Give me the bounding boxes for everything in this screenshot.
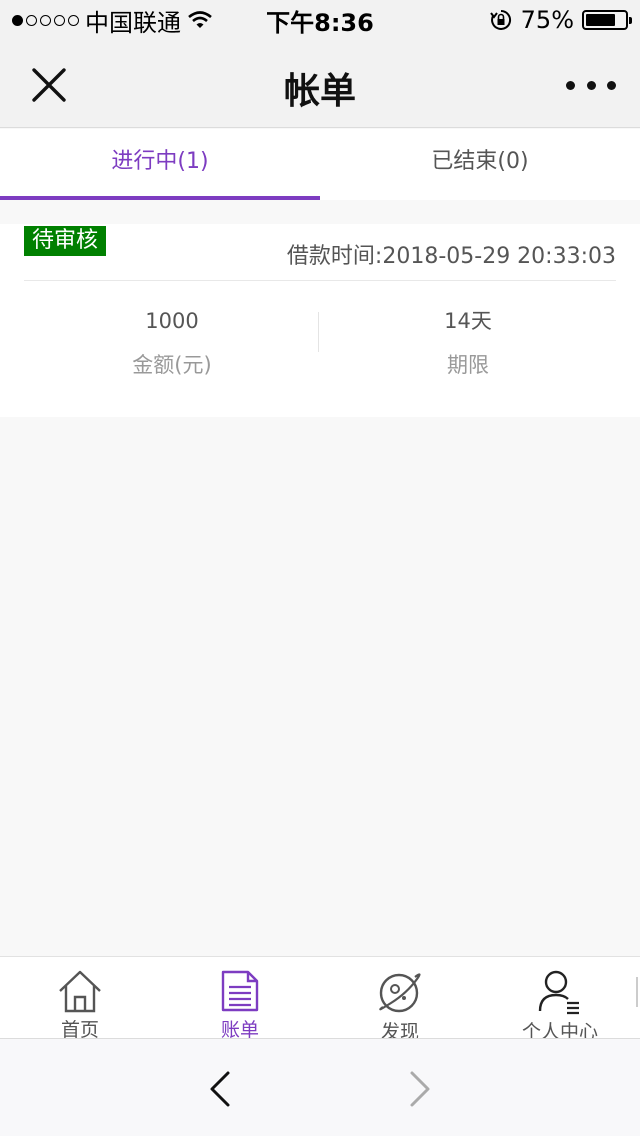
bill-icon [221,970,259,1012]
term-stat: 14天 期限 [320,306,616,380]
amount-label: 金额(元) [132,353,212,377]
back-button[interactable] [196,1065,244,1113]
browser-bar [0,1038,640,1136]
page-title: 帐单 [283,71,356,112]
more-icon [566,80,575,90]
chevron-right-icon [410,1071,430,1107]
tab-in-progress[interactable]: 进行中(1) [0,129,320,200]
status-bar: 中国联通 下午8:36 75% [0,0,640,40]
bill-card[interactable]: 待审核 借款时间:2018-05-29 20:33:03 1000 金额(元) … [0,224,640,417]
bill-tabs: 进行中(1) 已结束(0) [0,129,640,200]
tab-finished[interactable]: 已结束(0) [320,129,640,200]
title-bar: 帐单 [0,40,640,128]
card-divider [24,280,616,281]
more-button[interactable] [566,70,616,100]
forward-button [396,1065,444,1113]
nav-home-label: 首页 [60,1019,99,1038]
nav-bill[interactable]: 账单 [180,969,300,1038]
battery-percent: 75% [520,6,574,34]
bottom-tab-bar: 首页 账单 发现 个人中心 [0,956,640,1038]
planet-icon [379,973,421,1013]
term-label: 期限 [447,353,489,377]
stat-divider [318,312,319,352]
tab-bar-edge [636,977,638,1007]
nav-discover[interactable]: 发现 [340,969,460,1038]
home-icon [59,970,101,1013]
nav-profile-label: 个人中心 [521,1021,598,1038]
battery-fill [586,14,615,26]
rotation-lock-icon [489,9,511,30]
nav-home[interactable]: 首页 [20,969,140,1038]
status-right: 75% [489,6,632,34]
more-icon [586,80,596,90]
chevron-left-icon [210,1071,230,1107]
nav-discover-label: 发现 [380,1021,419,1038]
battery-icon [582,10,632,30]
amount-value: 1000 [145,309,199,333]
amount-stat: 1000 金额(元) [24,306,320,380]
loan-time: 借款时间:2018-05-29 20:33:03 [286,244,616,269]
status-badge: 待审核 [24,226,107,256]
screen: 中国联通 下午8:36 75% 帐单 进行中(1) 已结束(0) 待审核 借款时… [0,0,640,1136]
nav-bill-label: 账单 [220,1019,259,1038]
term-value: 14天 [444,309,492,333]
user-icon [538,970,579,1015]
more-icon [607,80,616,90]
nav-profile[interactable]: 个人中心 [500,969,620,1038]
